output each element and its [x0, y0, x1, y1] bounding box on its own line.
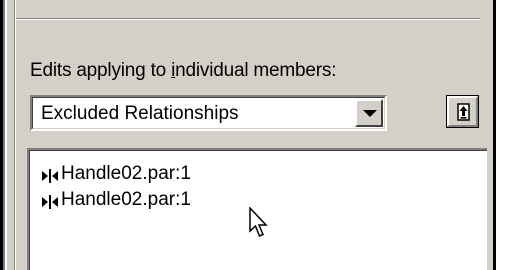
groupbox-left-edge: [14, 0, 16, 270]
label-prefix: Edits applying to: [30, 60, 172, 81]
relationship-icon: [42, 195, 58, 209]
dropdown-selected-value: Excluded Relationships: [41, 103, 239, 124]
relationship-icon: [42, 169, 58, 183]
label-suffix: ndividual members:: [175, 60, 337, 81]
edit-type-dropdown[interactable]: Excluded Relationships: [30, 95, 387, 131]
promote-edit-button-face: [447, 96, 478, 127]
list-item-label: Handle02.par:1: [61, 163, 191, 184]
dropdown-arrow-button[interactable]: [355, 99, 383, 127]
list-item-label: Handle02.par:1: [61, 189, 191, 210]
promote-edit-button[interactable]: [446, 95, 479, 128]
edits-section-label: Edits applying to individual members:: [30, 60, 336, 82]
groupbox-separator: [16, 18, 480, 20]
background-area: [496, 0, 509, 270]
upload-arrow-icon: [457, 103, 470, 121]
chevron-down-icon: [363, 110, 377, 117]
dropdown-field: Excluded Relationships: [32, 97, 385, 129]
mouse-pointer-icon: [249, 207, 268, 237]
